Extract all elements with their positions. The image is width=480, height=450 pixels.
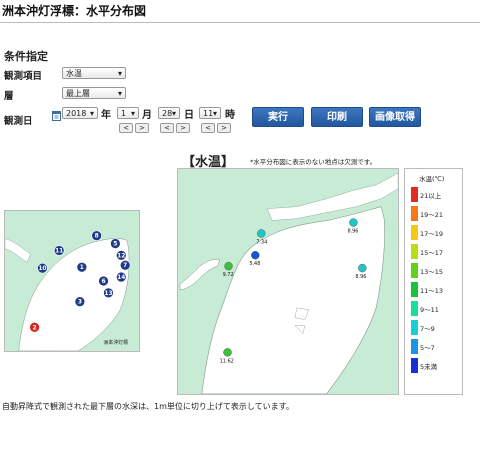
station-number: 8	[95, 234, 99, 240]
legend-swatch	[411, 320, 418, 335]
legend-swatch	[411, 301, 418, 316]
distribution-map: 7.34 8.96 9.72 5.48 8.96 11.62	[177, 168, 399, 395]
legend-label: 19～21	[420, 211, 444, 219]
day-select[interactable]: 28	[158, 107, 180, 120]
station-number: 12	[117, 253, 125, 259]
page-title: 洲本沖灯浮標：水平分布図	[2, 4, 147, 18]
station-number: 10	[38, 266, 46, 272]
station-number: 7	[123, 263, 127, 269]
run-button[interactable]: 実行	[252, 107, 304, 127]
station-number: 13	[104, 291, 112, 297]
header-divider	[0, 22, 480, 23]
year-unit: 年	[101, 110, 111, 121]
station-value: 8.96	[355, 274, 366, 280]
legend-label: 5～7	[420, 344, 435, 352]
station-value: 7.34	[256, 239, 267, 245]
calendar-icon[interactable]	[52, 110, 61, 121]
item-select[interactable]: 水温	[62, 67, 126, 80]
conditions-heading: 条件指定	[4, 50, 48, 63]
legend-label: 11～13	[420, 287, 444, 295]
month-select[interactable]: 1	[117, 107, 139, 120]
month-prev-button[interactable]: <	[119, 123, 133, 133]
hour-select[interactable]: 11	[199, 107, 221, 120]
station-number: 1	[80, 265, 84, 271]
legend-label: 17～19	[420, 230, 444, 238]
legend-label: 7～9	[420, 325, 435, 333]
missing-data-note: *水平分布図に表示のない地点は欠測です。	[250, 158, 377, 166]
legend-swatch	[411, 225, 418, 240]
hour-unit: 時	[225, 110, 235, 121]
legend-swatch	[411, 244, 418, 259]
station-location-map: 8 5 11 12 7 10 1 14 6 13 3 2 洲本沖灯標	[4, 210, 140, 352]
date-label: 観測日	[4, 116, 33, 127]
item-label: 観測項目	[4, 71, 43, 82]
station-value: 11.62	[220, 358, 234, 364]
temperature-legend: 水温(℃) 21以上 19～21 17～19 15～17 13～15 11～13…	[404, 168, 463, 395]
day-unit: 日	[184, 110, 194, 121]
station-number: 6	[101, 279, 105, 285]
legend-swatch	[411, 282, 418, 297]
hour-prev-button[interactable]: <	[201, 123, 215, 133]
layer-label: 層	[4, 91, 14, 102]
year-select[interactable]: 2018	[62, 107, 98, 120]
legend-label: 13～15	[420, 268, 444, 276]
legend-label: 5未満	[420, 363, 438, 371]
legend-swatch	[411, 358, 418, 373]
legend-swatch	[411, 206, 418, 221]
day-prev-button[interactable]: <	[160, 123, 174, 133]
station-number: 5	[113, 242, 117, 248]
month-unit: 月	[142, 110, 152, 121]
station-value: 5.48	[249, 261, 260, 267]
legend-label: 9～11	[420, 306, 439, 314]
station-number: 14	[117, 275, 125, 281]
station-number: 11	[55, 248, 63, 254]
legend-label: 15～17	[420, 249, 444, 257]
save-image-button[interactable]: 画像取得	[369, 107, 421, 127]
station-value: 9.72	[223, 272, 234, 278]
station-number: 3	[78, 300, 82, 306]
inset-caption: 洲本沖灯標	[104, 339, 129, 346]
layer-select[interactable]: 最上層	[62, 87, 126, 100]
legend-swatch	[411, 187, 418, 202]
day-next-button[interactable]: >	[176, 123, 190, 133]
legend-swatch	[411, 263, 418, 278]
legend-swatch	[411, 339, 418, 354]
station-number: 2	[32, 325, 36, 331]
depth-footnote: 自動昇降式で観測された最下層の水深は、1m単位に切り上げて表示しています。	[2, 402, 294, 411]
month-next-button[interactable]: >	[135, 123, 149, 133]
hour-next-button[interactable]: >	[217, 123, 231, 133]
legend-label: 21以上	[420, 192, 442, 200]
legend-title: 水温(℃)	[419, 175, 445, 183]
station-value: 8.96	[347, 228, 358, 234]
print-button[interactable]: 印刷	[311, 107, 363, 127]
